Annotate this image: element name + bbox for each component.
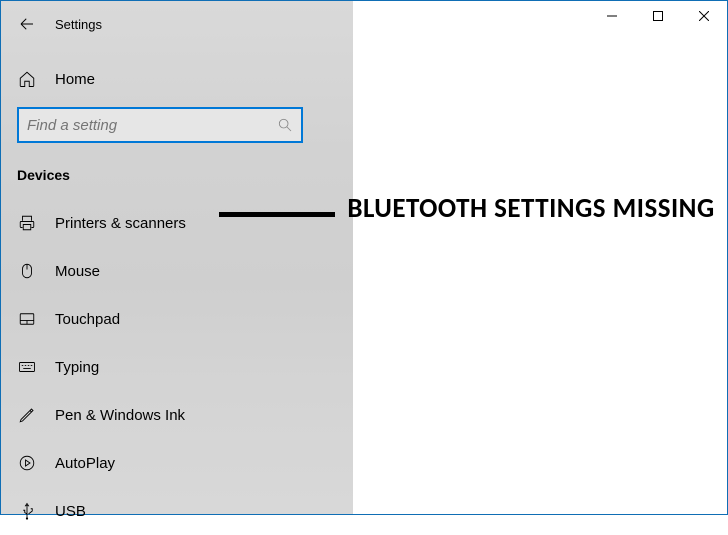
autoplay-icon (17, 453, 37, 473)
maximize-icon (653, 11, 663, 21)
search-box[interactable] (17, 107, 303, 143)
maximize-button[interactable] (635, 1, 681, 31)
content-pane (353, 1, 727, 514)
search-icon (277, 117, 293, 133)
back-arrow-icon (18, 15, 36, 33)
window-controls (589, 1, 727, 31)
home-icon (17, 69, 37, 89)
close-button[interactable] (681, 1, 727, 31)
nav-label: Touchpad (55, 311, 120, 328)
nav-label: Pen & Windows Ink (55, 407, 185, 424)
sidebar: Settings Home Devices Printers & scanner… (1, 1, 353, 514)
nav-label: Mouse (55, 263, 100, 280)
section-header-devices: Devices (17, 167, 337, 183)
sidebar-item-pen[interactable]: Pen & Windows Ink (17, 391, 337, 439)
mouse-icon (17, 261, 37, 281)
window-title: Settings (55, 17, 102, 32)
nav-label: Typing (55, 359, 99, 376)
sidebar-item-typing[interactable]: Typing (17, 343, 337, 391)
minimize-button[interactable] (589, 1, 635, 31)
touchpad-icon (17, 309, 37, 329)
sidebar-item-mouse[interactable]: Mouse (17, 247, 337, 295)
nav-label: USB (55, 503, 86, 520)
nav-label: Printers & scanners (55, 215, 186, 232)
nav-label: AutoPlay (55, 455, 115, 472)
sidebar-item-printers[interactable]: Printers & scanners (17, 199, 337, 247)
sidebar-item-autoplay[interactable]: AutoPlay (17, 439, 337, 487)
nav-list: Printers & scanners Mouse Touchpad Typin… (17, 199, 337, 535)
home-label: Home (55, 71, 95, 88)
usb-icon (17, 501, 37, 521)
close-icon (699, 11, 709, 21)
sidebar-item-touchpad[interactable]: Touchpad (17, 295, 337, 343)
pen-icon (17, 405, 37, 425)
keyboard-icon (17, 357, 37, 377)
back-button[interactable] (17, 14, 37, 34)
minimize-icon (607, 11, 617, 21)
annotation-text: BLUETOOTH SETTINGS MISSING (341, 193, 721, 224)
annotation-line (219, 212, 335, 217)
printer-icon (17, 213, 37, 233)
search-input[interactable] (27, 117, 277, 134)
sidebar-item-usb[interactable]: USB (17, 487, 337, 535)
title-bar: Settings (17, 1, 337, 41)
sidebar-item-home[interactable]: Home (17, 59, 337, 99)
